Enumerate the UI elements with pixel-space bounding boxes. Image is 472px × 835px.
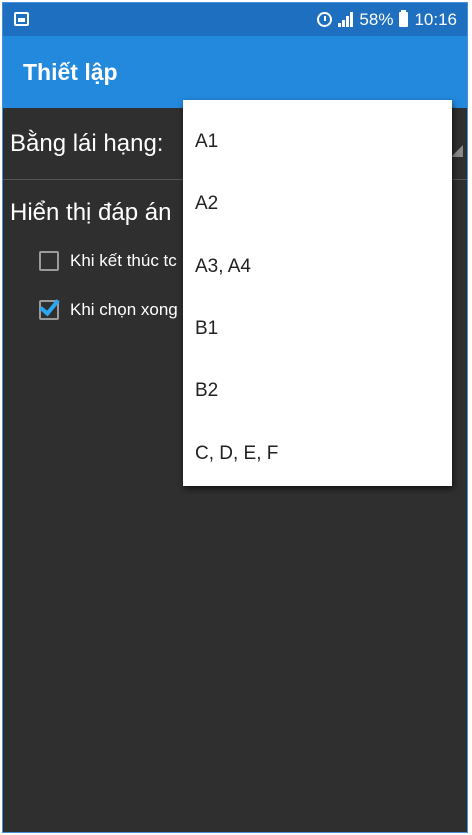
status-right: 58% 10:16	[317, 3, 457, 36]
license-label: Bằng lái hạng:	[10, 130, 164, 157]
dropdown-option-a1[interactable]: A1	[183, 111, 452, 173]
page-title: Thiết lập	[23, 59, 118, 85]
option-on-select-label: Khi chọn xong	[70, 300, 178, 319]
option-on-finish-label: Khi kết thúc tc	[70, 251, 177, 270]
checkbox-on-finish[interactable]	[39, 251, 59, 271]
clock: 10:16	[414, 9, 457, 29]
checkmark-icon	[39, 294, 60, 317]
display-answer-heading: Hiển thị đáp án	[10, 199, 172, 226]
app-frame: 58% 10:16 Thiết lập Bằng lái hạng: Hiển …	[2, 2, 468, 833]
dropdown-option-a2[interactable]: A2	[183, 173, 452, 235]
option-on-finish[interactable]: Khi kết thúc tc	[39, 249, 177, 273]
battery-icon	[399, 10, 409, 27]
option-on-select[interactable]: Khi chọn xong	[39, 294, 178, 322]
app-bar: Thiết lập	[3, 36, 467, 108]
spinner-arrow-icon[interactable]	[451, 145, 463, 157]
dropdown-option-a3-a4[interactable]: A3, A4	[183, 236, 452, 298]
checkbox-on-select[interactable]	[39, 294, 60, 320]
battery-percent: 58%	[359, 9, 394, 29]
signal-icon	[338, 12, 354, 27]
dropdown-option-cdef[interactable]: C, D, E, F	[183, 422, 452, 484]
alarm-icon	[317, 12, 333, 27]
status-bar: 58% 10:16	[3, 3, 467, 36]
dropdown-option-b1[interactable]: B1	[183, 298, 452, 360]
gallery-icon	[14, 12, 29, 26]
dropdown-option-b2[interactable]: B2	[183, 360, 452, 422]
license-class-dropdown: A1 A2 A3, A4 B1 B2 C, D, E, F	[183, 100, 452, 486]
